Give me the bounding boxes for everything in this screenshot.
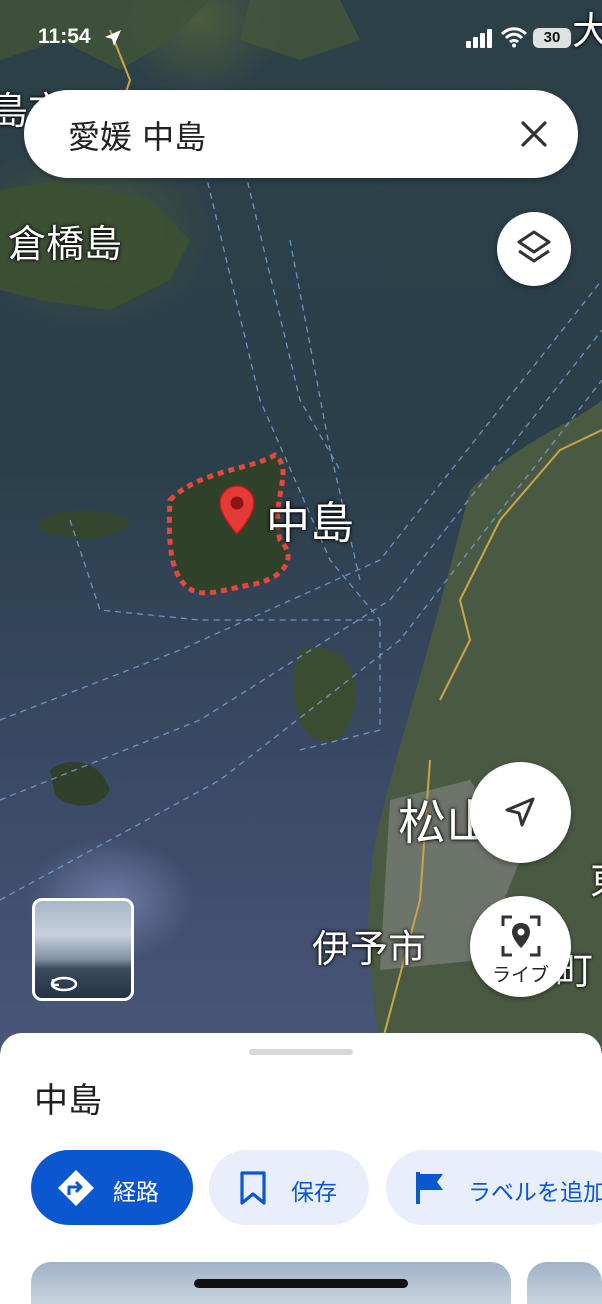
close-icon[interactable] <box>516 116 552 152</box>
save-button[interactable]: 保存 <box>209 1150 369 1225</box>
map-label-nakajima[interactable]: 中島 <box>266 487 354 551</box>
street-view-thumbnail[interactable] <box>32 898 134 1001</box>
navigation-arrow-icon <box>505 797 535 827</box>
live-view-button[interactable]: ライブ <box>470 896 571 997</box>
add-label-button[interactable]: ラベルを追加 <box>386 1150 602 1225</box>
map-label-partial-right: 東 <box>590 850 602 905</box>
battery-icon: 30 <box>533 28 571 48</box>
search-bar[interactable]: 愛媛 中島 <box>24 90 578 178</box>
home-indicator[interactable] <box>194 1279 408 1288</box>
sheet-drag-handle[interactable] <box>249 1049 353 1055</box>
live-view-label: ライブ <box>491 964 549 986</box>
place-photo-2[interactable] <box>527 1262 602 1304</box>
location-pin-icon[interactable] <box>218 484 256 536</box>
place-title: 中島 <box>34 1081 102 1121</box>
my-location-button[interactable] <box>470 762 571 863</box>
flag-icon <box>416 1172 443 1204</box>
directions-button[interactable]: 経路 <box>31 1150 193 1225</box>
bookmark-icon <box>240 1171 266 1205</box>
layers-icon <box>517 230 551 263</box>
add-label-label: ラベルを追加 <box>468 1180 602 1206</box>
status-bar: 11:54 30 <box>0 0 602 70</box>
wifi-icon <box>501 27 527 48</box>
location-arrow-icon <box>105 30 121 46</box>
status-time: 11:54 <box>38 25 91 48</box>
map-layers-button[interactable] <box>497 212 571 286</box>
directions-icon <box>58 1170 94 1206</box>
battery-level: 30 <box>543 29 561 46</box>
search-query[interactable]: 愛媛 中島 <box>68 112 206 158</box>
live-view-icon <box>501 915 541 957</box>
map-label-iyo: 伊予市 <box>312 927 427 971</box>
rotate-360-icon <box>50 976 78 992</box>
save-label: 保存 <box>291 1180 337 1206</box>
directions-label: 経路 <box>113 1180 159 1206</box>
map-label-kurahashi: 倉橋島 <box>8 222 123 266</box>
cellular-signal-icon <box>466 29 492 48</box>
